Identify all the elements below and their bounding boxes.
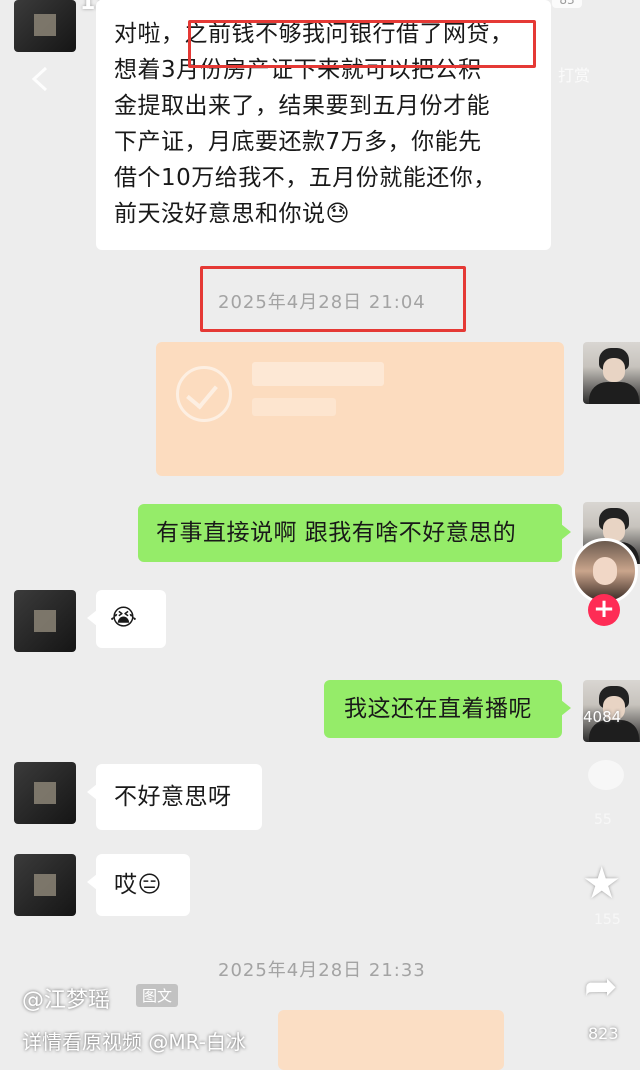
share-icon[interactable]: ➦ [584, 964, 618, 1010]
photo-tag: 图文 [136, 984, 179, 1007]
author-handle[interactable]: @江梦瑶 [22, 982, 110, 1014]
highlight-box [188, 20, 536, 68]
like-count: 4084 [583, 708, 622, 726]
transfer-icon [176, 366, 232, 422]
avatar[interactable] [14, 762, 76, 824]
message-line: 金提取出来了，结果要到五月份才能 [114, 93, 490, 119]
star-icon[interactable]: ★ [582, 858, 621, 909]
avatar[interactable] [583, 342, 640, 404]
message-line: 下产证，月底要还款7万多，你能先 [114, 129, 482, 155]
transfer-note [252, 398, 336, 416]
message-bubble-outgoing[interactable]: 我这还在直着播呢 [324, 680, 571, 738]
share-count: 823 [588, 1024, 619, 1043]
transfer-card[interactable] [156, 342, 564, 476]
battery-icon: 83 [552, 0, 582, 8]
comment-icon[interactable] [588, 760, 624, 790]
transfer-card-partial[interactable] [278, 1010, 504, 1070]
message-bubble-incoming[interactable]: 不好意思呀 [87, 764, 262, 830]
star-count: 155 [594, 912, 621, 928]
avatar[interactable] [14, 590, 76, 652]
source-line[interactable]: 详情看原视频 @MR-白冰 [22, 1026, 246, 1055]
more-tag[interactable]: 打赏 [558, 62, 590, 86]
transfer-amount [252, 362, 384, 386]
message-line: 前天没好意思和你说😓 [114, 201, 350, 227]
message-bubble-incoming[interactable]: 哎😑 [87, 854, 190, 916]
timestamp: 2025年4月28日 21:04 [218, 292, 426, 313]
crying-emoji: 😭 [110, 605, 138, 631]
message-bubble-incoming[interactable]: 😭 [87, 590, 166, 648]
message-bubble-outgoing[interactable]: 有事直接说啊 跟我有啥不好意思的 [138, 504, 571, 562]
message-line: 借个10万给我不，五月份就能还你， [114, 165, 497, 191]
timestamp: 2025年4月28日 21:33 [218, 960, 426, 981]
sweat-emoji: 😓 [325, 201, 350, 227]
avatar[interactable] [14, 0, 76, 52]
chevron-left-icon[interactable] [28, 66, 54, 92]
follow-plus-icon[interactable]: + [588, 594, 620, 626]
message-text: 哎 [114, 872, 138, 898]
expressionless-emoji: 😑 [137, 872, 162, 898]
comment-count: 55 [594, 812, 612, 828]
avatar[interactable] [14, 854, 76, 916]
